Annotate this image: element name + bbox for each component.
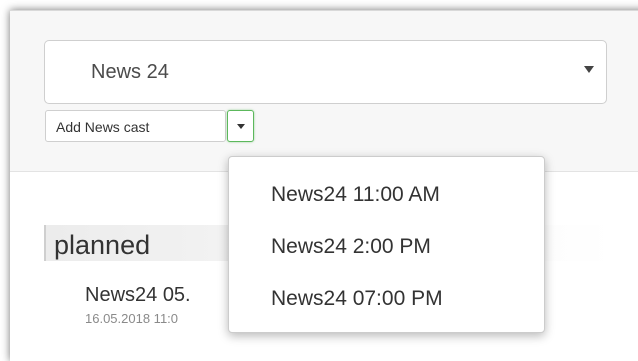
menu-item-news24-0700pm[interactable]: News24 07:00 PM — [271, 287, 443, 311]
menu-item-news24-1100am[interactable]: News24 11:00 AM — [271, 183, 440, 207]
newscast-dropdown-toggle[interactable] — [227, 110, 254, 142]
channel-controls: News 24 Add News cast — [10, 11, 638, 172]
channel-select-value: News 24 — [91, 61, 169, 83]
section-heading: planned — [54, 230, 151, 260]
newscast-panel: News 24 Add News cast planned News24 05.… — [10, 10, 638, 361]
planned-item-date: 16.05.2018 11:0 — [85, 311, 179, 326]
caret-down-icon — [584, 66, 594, 73]
channel-select[interactable]: News 24 — [44, 40, 607, 104]
planned-item-title[interactable]: News24 05. — [85, 284, 191, 307]
add-newscast-button[interactable]: Add News cast — [45, 110, 226, 142]
newscast-dropdown-menu: News24 11:00 AM News24 2:00 PM News24 07… — [228, 156, 545, 333]
caret-down-icon — [237, 124, 245, 129]
menu-item-news24-200pm[interactable]: News24 2:00 PM — [271, 235, 431, 259]
add-newscast-label: Add News cast — [56, 119, 150, 135]
